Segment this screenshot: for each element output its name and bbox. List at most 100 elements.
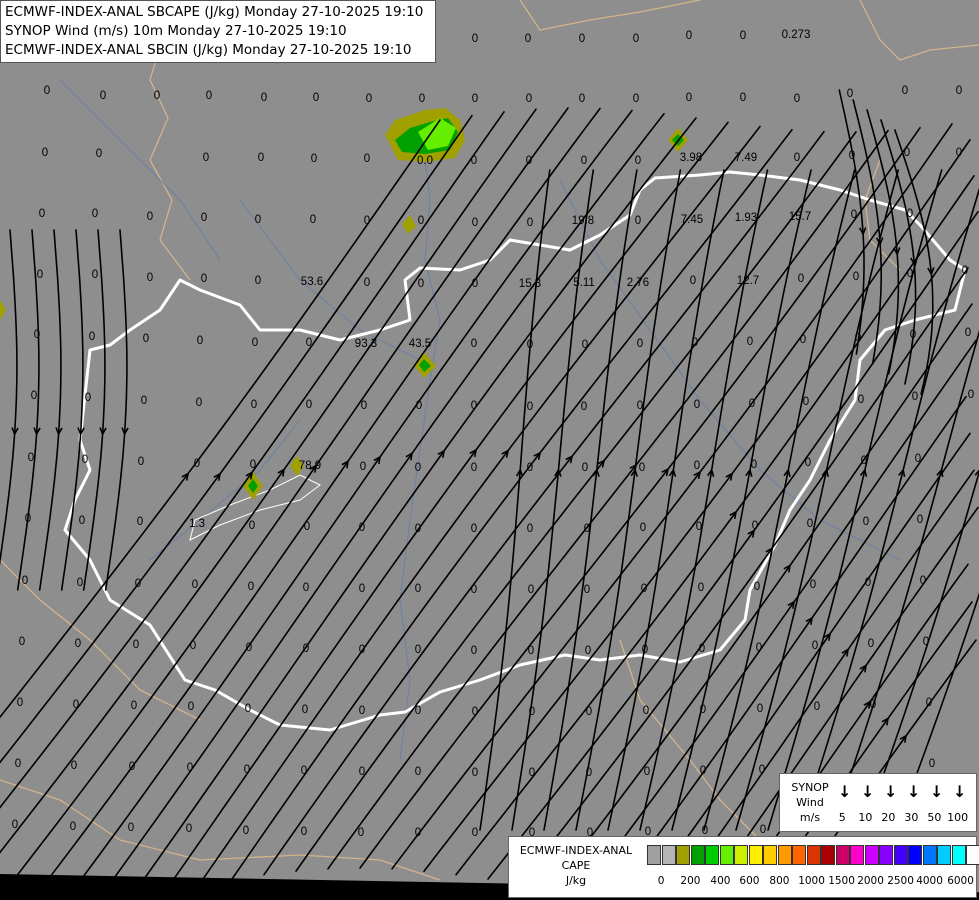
sbcin-value-label: 0 [694,460,700,472]
sbcin-value-label: 0 [865,577,871,589]
sbcin-value-label: 0 [192,579,198,591]
cape-legend-swatch [647,845,661,865]
sbcin-value-label: 0 [138,456,144,468]
cape-legend-swatch [777,845,792,865]
sbcin-value-label: 0 [73,699,79,711]
cape-legend-swatch [734,845,748,865]
sbcin-value-label: 0 [639,462,645,474]
sbcin-value-label: 0 [757,703,763,715]
sbcin-value-label: 0 [251,399,257,411]
sbcin-value-label: 0 [472,93,478,105]
sbcin-value-label: 0 [128,822,134,834]
cape-legend-swatch [850,845,864,865]
sbcin-value-label: 0 [794,93,800,105]
sbcin-value-label: 0 [581,155,587,167]
sbcin-value-label: 0 [359,522,365,534]
sbcin-value-label: 0 [907,268,913,280]
cape-legend-swatch [864,845,879,865]
sbcin-value-label: 0 [37,269,43,281]
synop-wind-arrow-icon: ↓ [930,782,944,801]
cape-legend-swatch [951,845,966,865]
streamline [327,129,889,870]
sbcin-value-label: 0 [968,389,974,401]
sbcin-value-label: 0 [82,454,88,466]
sbcin-value-label: 0 [147,272,153,284]
sbcin-value-label: 0 [415,523,421,535]
sbcin-value-label: 0 [361,400,367,412]
synop-legend-value: 100 [947,811,969,824]
sbcin-value-label: 0 [858,394,864,406]
sbcin-value-label: 0 [311,153,317,165]
sbcin-value-label: 0 [696,521,702,533]
sbcin-value-label: 0 [472,706,478,718]
map-canvas[interactable]: 0 0 0 0 0 0 0 0 0.273 0 0 0 0 0 0 0 0 0 0 0 0 0 0 0 0 0 0 0 0 0 0 0 0 0.0… [0,0,979,900]
sbcin-value-label: 0 [15,758,21,770]
sbcin-value-label: 0 [698,582,704,594]
sbcin-value-label: 0 [920,575,926,587]
sbcin-value-label: 0 [472,217,478,229]
sbcin-value-label: 0 [740,30,746,42]
sbcin-value-label: 12.7 [737,275,759,287]
sbcin-value-label: 0 [851,209,857,221]
cape-legend-swatch [806,845,821,865]
sbcin-value-label: 0 [814,701,820,713]
sbcin-value-label: 0 [805,457,811,469]
synop-wind-arrow-icon: ↓ [953,782,967,801]
sbcin-value-label: 0 [641,583,647,595]
sbcin-value-label: 0 [196,397,202,409]
sbcin-value-label: 0 [137,516,143,528]
cape-legend-tick: 2500 [887,875,914,887]
sbcin-value-label: 0 [579,33,585,45]
streamline [735,169,899,831]
sbcin-value-label: 0 [415,705,421,717]
synop-wind-arrow-icon: ↓ [861,782,875,801]
region-border-line [0,779,441,881]
streamline [39,107,601,891]
sbcin-value-label: 0 [250,459,256,471]
sbcin-value-label: 0 [194,458,200,470]
streamline [16,229,40,591]
streamline [543,169,638,831]
sbcin-value-label: 0 [694,399,700,411]
sbcin-value-label: 0 [366,93,372,105]
sbcin-value-label: 0 [143,333,149,345]
sbcin-value-label: 0 [527,217,533,229]
region-border-line [519,0,701,31]
sbcin-value-label: 0 [847,88,853,100]
sbcin-value-label: 0 [188,701,194,713]
sbcin-value-label: 0 [686,30,692,42]
sbcin-value-label: 0 [810,579,816,591]
sbcin-value-label: 0 [643,705,649,717]
sbcin-value-label: 0 [364,153,370,165]
sbcin-value-label: 0 [929,758,935,770]
sbcin-value-label: 0 [579,93,585,105]
cape-legend-swatch [661,845,676,865]
sbcin-value-label: 0 [962,265,968,277]
sbcin-value-label: 0 [759,764,765,776]
sbcin-value-label: 0 [131,700,137,712]
sbcin-value-label: 0 [246,642,252,654]
sbcin-value-label: 0 [812,640,818,652]
sbcin-value-label: 0 [133,639,139,651]
sbcin-value-label: 0 [586,706,592,718]
cape-legend-swatch [792,845,806,865]
sbcin-value-label: 0 [529,706,535,718]
sbcin-value-label: 0 [849,150,855,162]
sbcin-value-label: 0 [637,400,643,412]
map-layers: 0 0 0 0 0 0 0 0 0.273 0 0 0 0 0 0 0 0 0 0 0 0 0 0 0 0 0 0 0 0 0 0 0 0 0.0… [0,0,979,893]
sbcin-value-label: 0 [197,335,203,347]
sbcin-value-label: 0 [581,401,587,413]
sbcin-value-label: 0 [471,584,477,596]
sbcin-value-label: 15.7 [789,211,811,223]
sbcin-value-label: 0 [100,90,106,102]
cape-legend-swatch [908,845,922,865]
cape-legend-swatch [705,845,719,865]
title-line-wind: SYNOP Wind (m/s) 10m Monday 27-10-2025 1… [5,23,347,39]
sbcin-value-label: 0 [245,703,251,715]
cape-legend-swatch [835,845,850,865]
sbcin-value-label: 0 [752,520,758,532]
sbcin-value-label: 0 [868,638,874,650]
sbcin-value-label: 0 [12,819,18,831]
title-line-cin: ECMWF-INDEX-ANAL SBCIN (J/kg) Monday 27-… [5,42,412,58]
sbcin-value-label: 2.76 [627,277,649,289]
